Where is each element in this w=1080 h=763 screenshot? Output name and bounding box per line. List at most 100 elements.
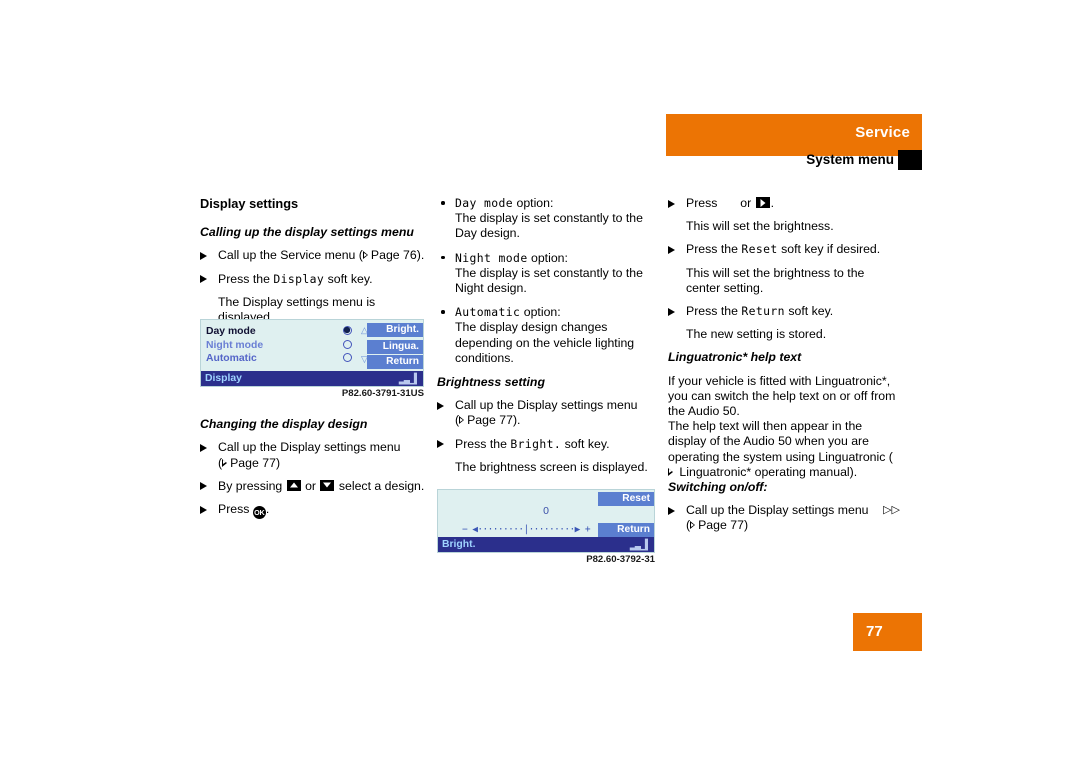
step-item: Call up the Display settings menu (Page …	[437, 398, 662, 428]
option-name: Day mode	[455, 196, 514, 210]
step-text-b: soft key.	[324, 271, 373, 286]
step-text-b: select a design.	[335, 478, 425, 493]
step-text-mid: or	[301, 478, 320, 493]
bullet-triangle-icon	[668, 245, 675, 254]
softkey-name: Return	[741, 304, 785, 319]
softkey-return[interactable]: Return	[598, 523, 654, 537]
step-text-a: Call up the Display settings menu	[686, 503, 869, 518]
bullet-triangle-icon	[200, 505, 207, 514]
up-arrow-key-icon	[286, 479, 301, 491]
step-text-a: Press the	[686, 304, 742, 319]
softkey-name: Display	[273, 271, 325, 286]
bullet-triangle-icon	[668, 199, 675, 208]
page-ref-triangle-icon	[362, 251, 368, 260]
page-title: Display settings	[200, 196, 299, 211]
radio-day-mode	[343, 326, 352, 335]
step-item: Press the Bright. soft key.	[437, 437, 662, 452]
continuation-marker: ▷▷	[883, 504, 900, 517]
subheading-linguatronic-help-text: Linguatronic* help text	[668, 350, 802, 365]
bullet-triangle-icon	[437, 440, 444, 449]
softkey-bright[interactable]: Bright.	[367, 323, 423, 337]
signal-bars-icon: ▂▃▁▌	[398, 374, 420, 385]
step-item: Call up the Display settings menu (Page …	[668, 503, 900, 533]
bullet-dot-icon	[441, 255, 445, 260]
bullet-triangle-icon	[200, 251, 207, 260]
screen-status-label: Bright.	[442, 539, 476, 550]
figure-caption: P82.60-3791-31US	[341, 388, 424, 399]
option-item: Automatic option: The display design cha…	[437, 305, 662, 366]
page-number-badge: 77	[853, 613, 922, 651]
step-item: Press the Display soft key.	[200, 272, 425, 287]
page-ref-triangle-icon	[690, 521, 696, 530]
step-text-b: .	[770, 196, 775, 210]
screen-body: Day mode Night mode Automatic △ ▽ Bright…	[200, 319, 424, 387]
step-text-b: soft key if desired.	[777, 242, 881, 257]
slider-plus-label: +	[584, 524, 591, 535]
page-ref: Page 76	[370, 248, 417, 263]
ok-key-icon: OK	[252, 506, 266, 520]
step-text-a: Press the	[218, 271, 274, 286]
step-note: The brightness screen is displayed.	[455, 459, 648, 474]
subheading-calling-up-menu: Calling up the display settings menu	[200, 225, 414, 240]
page-ref-triangle-icon	[459, 416, 465, 425]
figure-caption: P82.60-3792-31	[586, 554, 655, 565]
down-arrow-key-icon	[320, 479, 335, 491]
step-item: Press the Reset soft key if desired.	[668, 242, 900, 257]
step-item: Call up the Display settings menu (Page …	[200, 440, 425, 470]
screen-option-automatic: Automatic	[206, 353, 257, 364]
softkey-lingua[interactable]: Lingua.	[367, 340, 423, 354]
step-item: Call up the Service menu ( Page 76).	[200, 248, 425, 263]
screen-option-list: Day mode Night mode Automatic	[206, 325, 263, 366]
page-ref: Page 77	[230, 455, 276, 470]
softkey-reset[interactable]: Reset	[598, 492, 654, 506]
step-text-line2b: ).	[512, 413, 521, 428]
bullet-triangle-icon	[200, 443, 207, 452]
header-black-marker	[898, 150, 922, 170]
page-ref-triangle-icon	[222, 458, 228, 467]
softkey-name: Reset	[741, 242, 778, 257]
page-ref: Page 77	[467, 413, 513, 428]
step-item: By pressing or select a design.	[200, 479, 425, 494]
screen-status-label: Display	[205, 373, 242, 384]
step-text-b: ).	[416, 248, 425, 263]
page-ref: Page 77	[698, 518, 744, 533]
linguatronic-paragraph-2-ref: Linguatronic* operating manual).	[676, 464, 858, 479]
step-text-b: soft key.	[784, 304, 834, 319]
page-ref-triangle-icon	[668, 467, 673, 476]
step-item: Press the Return soft key.	[668, 304, 900, 319]
bullet-dot-icon	[441, 310, 445, 314]
softkey-return[interactable]: Return	[367, 355, 423, 369]
brightness-slider[interactable]: − ◀·········|·········▶ +	[462, 524, 602, 535]
option-description: The display is set constantly to the Day…	[455, 211, 643, 241]
subheading-switching-on-off: Switching on/off:	[668, 480, 768, 495]
step-text-a: Press	[686, 196, 721, 210]
bullet-triangle-icon	[200, 275, 207, 284]
option-name: Automatic	[455, 305, 521, 320]
slider-minus-label: −	[462, 524, 468, 535]
option-suffix: option:	[520, 305, 561, 320]
page-number: 77	[866, 623, 883, 640]
slider-track-icon: ◀·········|·········▶	[472, 524, 580, 535]
header-subtitle-row: System menu	[666, 150, 922, 170]
screen-status-bar: Bright. ▂▃▁▌	[438, 537, 654, 552]
subheading-changing-display-design: Changing the display design	[200, 417, 368, 432]
linguatronic-paragraph-2-text: The help text will then appear in the di…	[668, 419, 893, 464]
linguatronic-paragraph-2: The help text will then appear in the di…	[668, 419, 900, 480]
bullet-triangle-icon	[668, 307, 675, 316]
bullet-triangle-icon	[200, 482, 207, 491]
option-suffix: option:	[513, 196, 554, 210]
screen-option-day-mode: Day mode	[206, 326, 256, 337]
step-text-a: Press	[218, 502, 253, 517]
option-name: Night mode	[455, 250, 528, 265]
step-text-a: Press the	[686, 242, 742, 257]
option-description: The display design changes depending on …	[455, 320, 635, 365]
radio-night-mode	[343, 340, 352, 349]
subheading-brightness-setting: Brightness setting	[437, 375, 545, 390]
softkey-name: Bright.	[510, 436, 562, 451]
option-suffix: option:	[527, 250, 568, 265]
step-item: Press OK.	[200, 502, 425, 520]
right-column: Press or . This will set the brightness.…	[668, 196, 900, 542]
screen-status-bar: Display ▂▃▁▌	[201, 371, 423, 386]
step-text-a: Call up the Service menu (	[218, 248, 363, 263]
option-item: Day mode option: The display is set cons…	[437, 196, 662, 242]
